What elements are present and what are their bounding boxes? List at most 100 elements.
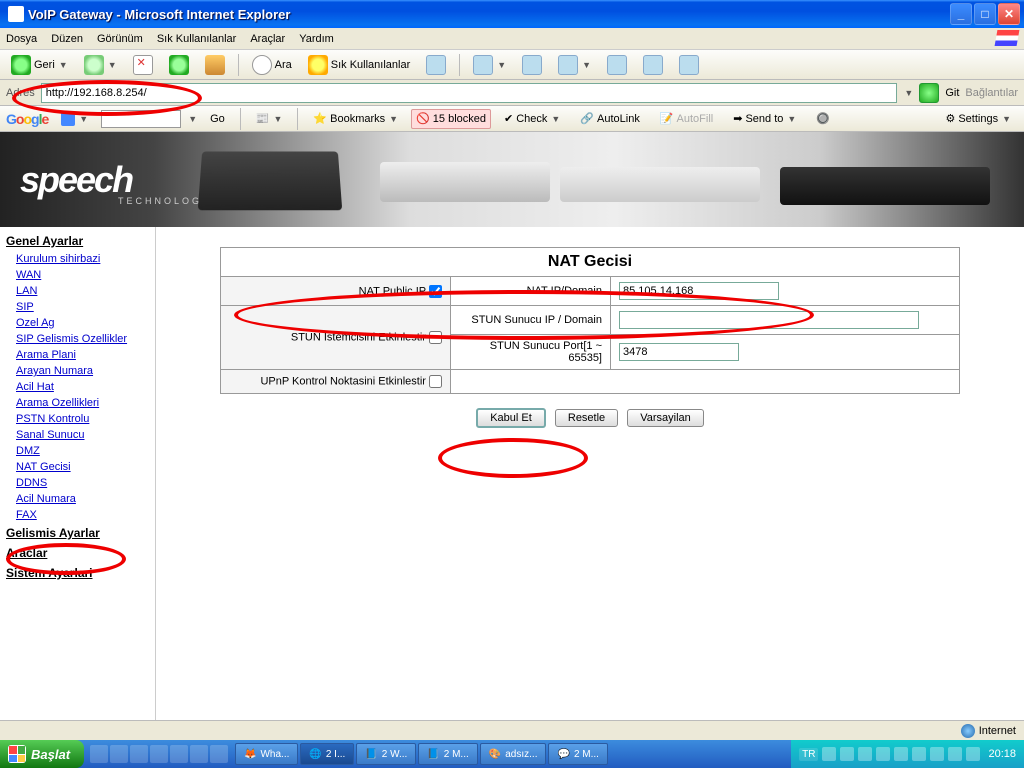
sidebar-item[interactable]: Arayan Numara [6, 363, 149, 379]
sidebar-item[interactable]: FAX [6, 507, 149, 523]
taskbar-item[interactable]: 🦊 Wha... [235, 743, 298, 765]
tray-icon[interactable] [840, 747, 854, 761]
stun-port-input[interactable] [619, 343, 739, 361]
mail-button[interactable]: ▼ [468, 53, 511, 77]
menu-favorites[interactable]: Sık Kullanılanlar [157, 33, 237, 45]
sidebar-nav[interactable]: Genel Ayarlar Kurulum sihirbazi WAN LAN … [0, 227, 156, 720]
language-indicator[interactable]: TR [799, 748, 818, 761]
taskbar-item[interactable]: 🎨 adsız... [480, 743, 547, 765]
maximize-button[interactable]: □ [974, 3, 996, 25]
favorites-button[interactable]: Sık Kullanılanlar [303, 53, 416, 77]
quick-launch-icon[interactable] [130, 745, 148, 763]
reset-button[interactable]: Resetle [555, 409, 618, 427]
quick-launch-icon[interactable] [110, 745, 128, 763]
back-button[interactable]: Geri▼ [6, 53, 73, 77]
google-go-button[interactable]: Go [203, 109, 232, 129]
google-more-button[interactable]: 🔘 [809, 109, 837, 129]
sidebar-item[interactable]: SIP [6, 299, 149, 315]
stun-server-input[interactable] [619, 311, 919, 329]
history-icon [426, 55, 446, 75]
tray-icon[interactable] [822, 747, 836, 761]
settings-button[interactable]: ⚙ Settings▼ [938, 109, 1018, 129]
sidebar-item[interactable]: Arama Ozellikleri [6, 395, 149, 411]
tray-icon[interactable] [876, 747, 890, 761]
accept-button[interactable]: Kabul Et [476, 408, 546, 428]
default-button[interactable]: Varsayilan [627, 409, 704, 427]
edit-button[interactable]: ▼ [553, 53, 596, 77]
google-search-dropdown[interactable]: ▼ [188, 114, 197, 124]
menu-edit[interactable]: Düzen [51, 33, 83, 45]
menu-file[interactable]: Dosya [6, 33, 37, 45]
quick-launch-icon[interactable] [90, 745, 108, 763]
taskbar-item[interactable]: 🌐 2 I... [300, 743, 354, 765]
sidebar-item[interactable]: Sanal Sunucu [6, 427, 149, 443]
upnp-checkbox[interactable] [429, 375, 442, 388]
autolink-button[interactable]: 🔗 AutoLink [573, 109, 647, 129]
spellcheck-button[interactable]: ✔ Check▼ [497, 109, 567, 129]
discuss-button[interactable] [602, 53, 632, 77]
print-button[interactable] [517, 53, 547, 77]
menu-view[interactable]: Görünüm [97, 33, 143, 45]
google-menu[interactable]: ▼ [54, 109, 95, 129]
sidebar-item[interactable]: DMZ [6, 443, 149, 459]
tray-icon[interactable] [930, 747, 944, 761]
sidebar-item[interactable]: DDNS [6, 475, 149, 491]
sidebar-item[interactable]: Arama Plani [6, 347, 149, 363]
address-dropdown[interactable]: ▼ [904, 88, 913, 98]
bookmarks-button[interactable]: ⭐ Bookmarks▼ [306, 109, 405, 129]
sidebar-item[interactable]: PSTN Kontrolu [6, 411, 149, 427]
device-image [198, 152, 343, 211]
google-search-input[interactable] [101, 110, 181, 128]
sidebar-item[interactable]: Acil Hat [6, 379, 149, 395]
taskbar-item[interactable]: 💬 2 M... [548, 743, 607, 765]
stop-button[interactable] [128, 53, 158, 77]
stun-enable-checkbox[interactable] [429, 331, 442, 344]
autofill-button[interactable]: 📝 AutoFill [653, 109, 720, 129]
tray-icon[interactable] [948, 747, 962, 761]
go-button[interactable] [919, 83, 939, 103]
menu-tools[interactable]: Araçlar [250, 33, 285, 45]
quick-launch-icon[interactable] [170, 745, 188, 763]
nat-public-ip-checkbox[interactable] [429, 285, 442, 298]
quick-launch-icon[interactable] [190, 745, 208, 763]
quick-launch-icon[interactable] [150, 745, 168, 763]
refresh-button[interactable] [164, 53, 194, 77]
search-button[interactable]: Ara [247, 53, 297, 77]
sidebar-item[interactable]: Acil Numara [6, 491, 149, 507]
sidebar-item[interactable]: LAN [6, 283, 149, 299]
tray-icon[interactable] [894, 747, 908, 761]
sidebar-cat-system[interactable]: Sistem Ayarlari [6, 563, 149, 583]
start-button[interactable]: Başlat [0, 740, 84, 768]
tray-icon[interactable] [858, 747, 872, 761]
sidebar-cat-general[interactable]: Genel Ayarlar [6, 231, 149, 251]
sendto-button[interactable]: ➡ Send to▼ [726, 109, 803, 129]
sidebar-cat-advanced[interactable]: Gelismis Ayarlar [6, 523, 149, 543]
popup-blocked-button[interactable]: 🚫 15 blocked [411, 109, 491, 129]
history-button[interactable] [421, 53, 451, 77]
forward-button[interactable]: ▼ [79, 53, 122, 77]
sidebar-item-nat-gecisi[interactable]: NAT Gecisi [6, 459, 149, 475]
tray-icon[interactable] [912, 747, 926, 761]
sidebar-item[interactable]: Kurulum sihirbazi [6, 251, 149, 267]
messenger-button[interactable] [674, 53, 704, 77]
close-button[interactable]: ✕ [998, 3, 1020, 25]
sidebar-item[interactable]: Ozel Ag [6, 315, 149, 331]
tray-icon[interactable] [966, 747, 980, 761]
address-input[interactable] [41, 83, 898, 103]
sidebar-cat-tools[interactable]: Araclar [6, 543, 149, 563]
google-news-button[interactable]: 📰▼ [249, 109, 290, 129]
taskbar-item[interactable]: 📘 2 M... [418, 743, 477, 765]
sidebar-item[interactable]: SIP Gelismis Ozellikler [6, 331, 149, 347]
taskbar-item[interactable]: 📘 2 W... [356, 743, 416, 765]
nat-ip-domain-input[interactable] [619, 282, 779, 300]
page-banner: speech TECHNOLOGIES [0, 132, 1024, 227]
links-label[interactable]: Bağlantılar [965, 87, 1018, 99]
menu-help[interactable]: Yardım [299, 33, 334, 45]
minimize-button[interactable]: _ [950, 3, 972, 25]
research-button[interactable] [638, 53, 668, 77]
quick-launch-icon[interactable] [210, 745, 228, 763]
home-button[interactable] [200, 53, 230, 77]
sidebar-item[interactable]: WAN [6, 267, 149, 283]
clock[interactable]: 20:18 [988, 748, 1016, 760]
research-icon [643, 55, 663, 75]
